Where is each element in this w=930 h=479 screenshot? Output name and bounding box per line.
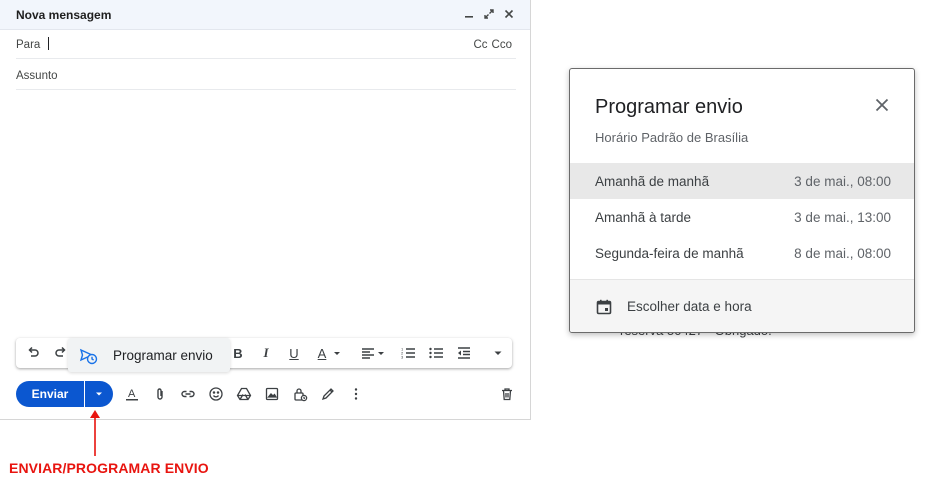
insert-link-icon[interactable] [180, 386, 196, 402]
minimize-icon[interactable] [462, 7, 476, 21]
send-options-button[interactable] [85, 381, 113, 407]
annotation-label: ENVIAR/PROGRAMAR ENVIO [9, 460, 209, 476]
tooltip-label: Programar envio [113, 348, 213, 363]
text-color-button[interactable]: A [314, 345, 330, 361]
italic-button[interactable]: I [258, 345, 274, 361]
dropdown-arrow-icon [96, 392, 102, 396]
text-caret [48, 37, 49, 50]
option-label: Segunda-feira de manhã [595, 245, 744, 261]
expand-icon[interactable] [482, 7, 496, 21]
send-button[interactable]: Enviar [16, 381, 84, 407]
to-label: Para [16, 39, 41, 51]
schedule-option-monday-morning[interactable]: Segunda-feira de manhã 8 de mai., 08:00 [570, 235, 914, 271]
signature-icon[interactable] [320, 386, 336, 402]
window-controls [462, 7, 516, 21]
confidential-mode-icon[interactable] [292, 386, 308, 402]
close-icon[interactable] [502, 7, 516, 21]
cc-bcc-links: Cc Cco [473, 39, 512, 51]
schedule-option-tomorrow-afternoon[interactable]: Amanhã à tarde 3 de mai., 13:00 [570, 199, 914, 235]
more-options-icon[interactable] [348, 386, 364, 402]
dialog-title: Programar envio [595, 96, 743, 118]
align-dropdown-icon[interactable] [376, 345, 386, 361]
annotation-arrow [88, 408, 102, 456]
to-field[interactable]: Para Cc Cco [16, 31, 516, 59]
compose-header: Nova mensagem [0, 0, 530, 30]
option-datetime: 3 de mai., 08:00 [794, 173, 891, 189]
svg-text:3: 3 [401, 355, 404, 360]
more-formatting-icon[interactable] [490, 345, 506, 361]
pick-date-time-label: Escolher data e hora [627, 299, 752, 314]
svg-text:A: A [128, 388, 136, 400]
emoji-icon[interactable] [208, 386, 224, 402]
pick-date-time-button[interactable]: Escolher data e hora [570, 279, 914, 332]
schedule-option-tomorrow-morning[interactable]: Amanhã de manhã 3 de mai., 08:00 [570, 163, 914, 199]
bold-button[interactable]: B [230, 345, 246, 361]
bcc-link[interactable]: Cco [492, 39, 512, 51]
option-label: Amanhã de manhã [595, 173, 710, 189]
calendar-icon [595, 298, 613, 316]
send-button-group: Enviar [16, 381, 113, 407]
option-label: Amanhã à tarde [595, 209, 692, 225]
compose-title: Nova mensagem [16, 8, 112, 22]
compose-window: Nova mensagem Para Cc Cco Assunto B I U … [0, 0, 531, 420]
indent-less-icon[interactable] [456, 345, 472, 361]
align-icon[interactable] [360, 345, 376, 361]
text-color-dropdown-icon[interactable] [332, 345, 342, 361]
insert-photo-icon[interactable] [264, 386, 280, 402]
option-datetime: 3 de mai., 13:00 [794, 209, 891, 225]
subject-field[interactable]: Assunto [16, 62, 516, 90]
schedule-send-icon [79, 346, 99, 366]
schedule-send-tooltip: Programar envio [68, 338, 230, 372]
attach-file-icon[interactable] [152, 386, 168, 402]
cc-link[interactable]: Cc [473, 39, 487, 51]
option-datetime: 8 de mai., 08:00 [794, 245, 891, 261]
bulleted-list-icon[interactable] [428, 345, 444, 361]
dialog-timezone: Horário Padrão de Brasília [595, 130, 749, 145]
schedule-send-dialog: Programar envio Horário Padrão de Brasíl… [569, 68, 915, 333]
redo-icon[interactable] [53, 345, 69, 361]
formatting-options-icon[interactable]: A [124, 386, 140, 402]
numbered-list-icon[interactable]: 123 [400, 345, 416, 361]
drive-icon[interactable] [236, 386, 252, 402]
subject-placeholder: Assunto [16, 70, 58, 82]
underline-button[interactable]: U [286, 345, 302, 361]
undo-icon[interactable] [25, 345, 41, 361]
discard-draft-icon[interactable] [499, 386, 515, 402]
close-icon[interactable] [874, 97, 890, 113]
